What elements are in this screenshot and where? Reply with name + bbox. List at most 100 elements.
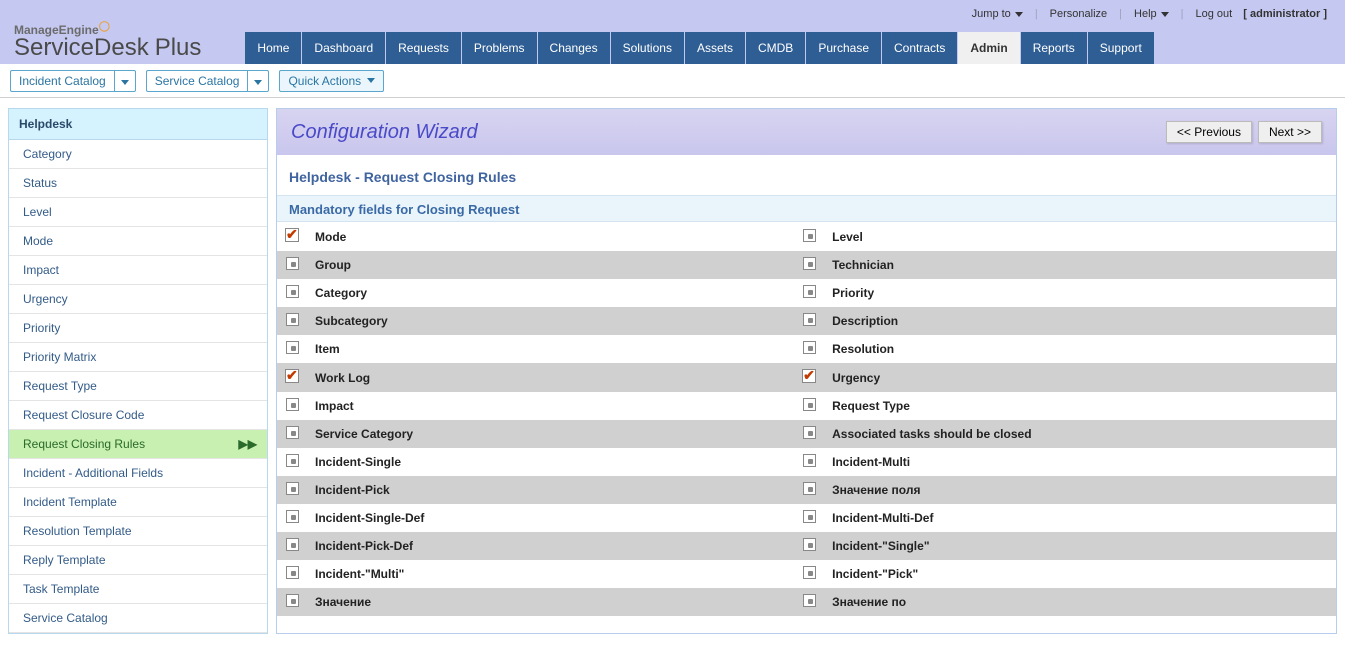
- field-row: Service CategoryAssociated tasks should …: [277, 420, 1336, 448]
- field-checkbox[interactable]: [803, 594, 816, 607]
- next-button[interactable]: Next >>: [1258, 121, 1322, 143]
- sub-nav: Incident Catalog Service Catalog Quick A…: [0, 64, 1345, 98]
- page-title: Helpdesk - Request Closing Rules: [277, 155, 1336, 195]
- field-row: ItemResolution: [277, 335, 1336, 363]
- nav-changes[interactable]: Changes: [538, 32, 611, 64]
- incident-catalog-combo[interactable]: Incident Catalog: [10, 70, 136, 92]
- sidebar-item[interactable]: Request Closure Code: [9, 401, 267, 430]
- jump-to-link[interactable]: Jump to: [966, 8, 1029, 20]
- field-label: Incident-"Single": [824, 532, 1336, 560]
- field-checkbox[interactable]: [803, 454, 816, 467]
- sidebar-item[interactable]: Mode: [9, 227, 267, 256]
- sidebar-item[interactable]: Priority: [9, 314, 267, 343]
- field-row: Incident-SingleIncident-Multi: [277, 448, 1336, 476]
- sidebar-item[interactable]: Level: [9, 198, 267, 227]
- field-label: Значение по: [824, 588, 1336, 616]
- field-label: Incident-Single-Def: [307, 504, 794, 532]
- sidebar-item[interactable]: Incident Template: [9, 488, 267, 517]
- field-checkbox[interactable]: [286, 426, 299, 439]
- nav-reports[interactable]: Reports: [1021, 32, 1088, 64]
- field-label: Значение поля: [824, 476, 1336, 504]
- active-arrow-icon: ▶▶: [239, 437, 257, 451]
- logout-link[interactable]: Log out [ administrator ]: [1190, 8, 1334, 20]
- field-checkbox[interactable]: [803, 313, 816, 326]
- field-label: Impact: [307, 392, 794, 420]
- field-checkbox[interactable]: [803, 566, 816, 579]
- field-checkbox[interactable]: [803, 426, 816, 439]
- nav-dashboard[interactable]: Dashboard: [302, 32, 386, 64]
- field-checkbox[interactable]: [286, 594, 299, 607]
- field-checkbox[interactable]: [286, 510, 299, 523]
- field-checkbox[interactable]: [803, 398, 816, 411]
- field-label: Incident-"Pick": [824, 560, 1336, 588]
- nav-purchase[interactable]: Purchase: [806, 32, 882, 64]
- personalize-link[interactable]: Personalize: [1044, 8, 1113, 20]
- quick-actions-button[interactable]: Quick Actions: [279, 70, 384, 92]
- field-row: Incident-"Multi"Incident-"Pick": [277, 560, 1336, 588]
- ring-icon: ◯: [99, 22, 110, 32]
- sidebar-item[interactable]: Reply Template: [9, 546, 267, 575]
- field-label: Incident-Pick: [307, 476, 794, 504]
- field-checkbox[interactable]: [285, 228, 299, 242]
- dropdown-arrow-icon: [121, 80, 129, 85]
- sidebar-item[interactable]: Resolution Template: [9, 517, 267, 546]
- field-checkbox[interactable]: [286, 482, 299, 495]
- sidebar-item[interactable]: Impact: [9, 256, 267, 285]
- nav-admin[interactable]: Admin: [958, 32, 1020, 64]
- field-checkbox[interactable]: [286, 454, 299, 467]
- field-label: Service Category: [307, 420, 794, 448]
- nav-support[interactable]: Support: [1088, 32, 1155, 64]
- field-label: Level: [824, 222, 1336, 251]
- field-checkbox[interactable]: [286, 538, 299, 551]
- nav-assets[interactable]: Assets: [685, 32, 746, 64]
- field-row: ModeLevel: [277, 222, 1336, 251]
- field-checkbox[interactable]: [286, 285, 299, 298]
- field-checkbox[interactable]: [803, 257, 816, 270]
- field-label: Incident-Multi: [824, 448, 1336, 476]
- field-row: Incident-Pick Значение поля: [277, 476, 1336, 504]
- product-logo: ManageEngine◯ ServiceDesk Plus: [0, 22, 215, 64]
- field-label: Group: [307, 251, 794, 279]
- field-checkbox[interactable]: [803, 538, 816, 551]
- field-checkbox[interactable]: [803, 510, 816, 523]
- nav-problems[interactable]: Problems: [462, 32, 538, 64]
- main-panel: Configuration Wizard << Previous Next >>…: [276, 108, 1337, 634]
- sidebar-item[interactable]: Task Template: [9, 575, 267, 604]
- nav-cmdb[interactable]: CMDB: [746, 32, 806, 64]
- sidebar-item[interactable]: Category: [9, 140, 267, 169]
- field-checkbox[interactable]: [803, 341, 816, 354]
- field-label: Request Type: [824, 392, 1336, 420]
- field-checkbox[interactable]: [285, 369, 299, 383]
- field-label: Work Log: [307, 363, 794, 392]
- sidebar-item[interactable]: Incident - Additional Fields: [9, 459, 267, 488]
- nav-home[interactable]: Home: [245, 32, 302, 64]
- field-checkbox[interactable]: [286, 566, 299, 579]
- field-checkbox[interactable]: [286, 398, 299, 411]
- nav-contracts[interactable]: Contracts: [882, 32, 958, 64]
- help-link[interactable]: Help: [1128, 8, 1175, 20]
- main-nav: Home Dashboard Requests Problems Changes…: [245, 32, 1154, 64]
- sidebar-item[interactable]: Urgency: [9, 285, 267, 314]
- field-row: GroupTechnician: [277, 251, 1336, 279]
- mandatory-fields-table: ModeLevelGroupTechnicianCategoryPriority…: [277, 222, 1336, 616]
- field-label: Incident-Pick-Def: [307, 532, 794, 560]
- field-checkbox[interactable]: [803, 229, 816, 242]
- sidebar-item[interactable]: Request Type: [9, 372, 267, 401]
- subsection-title: Mandatory fields for Closing Request: [277, 195, 1336, 222]
- service-catalog-combo[interactable]: Service Catalog: [146, 70, 270, 92]
- nav-solutions[interactable]: Solutions: [611, 32, 685, 64]
- sidebar-item[interactable]: Status: [9, 169, 267, 198]
- wizard-header: Configuration Wizard << Previous Next >>: [277, 109, 1336, 155]
- field-checkbox[interactable]: [286, 257, 299, 270]
- sidebar-item[interactable]: Priority Matrix: [9, 343, 267, 372]
- field-checkbox[interactable]: [802, 369, 816, 383]
- field-checkbox[interactable]: [286, 341, 299, 354]
- field-checkbox[interactable]: [286, 313, 299, 326]
- field-checkbox[interactable]: [803, 285, 816, 298]
- nav-requests[interactable]: Requests: [386, 32, 462, 64]
- field-row: ЗначениеЗначение по: [277, 588, 1336, 616]
- field-checkbox[interactable]: [803, 482, 816, 495]
- previous-button[interactable]: << Previous: [1166, 121, 1252, 143]
- sidebar-item[interactable]: Request Closing Rules▶▶: [9, 430, 267, 459]
- sidebar-item[interactable]: Service Catalog: [9, 604, 267, 633]
